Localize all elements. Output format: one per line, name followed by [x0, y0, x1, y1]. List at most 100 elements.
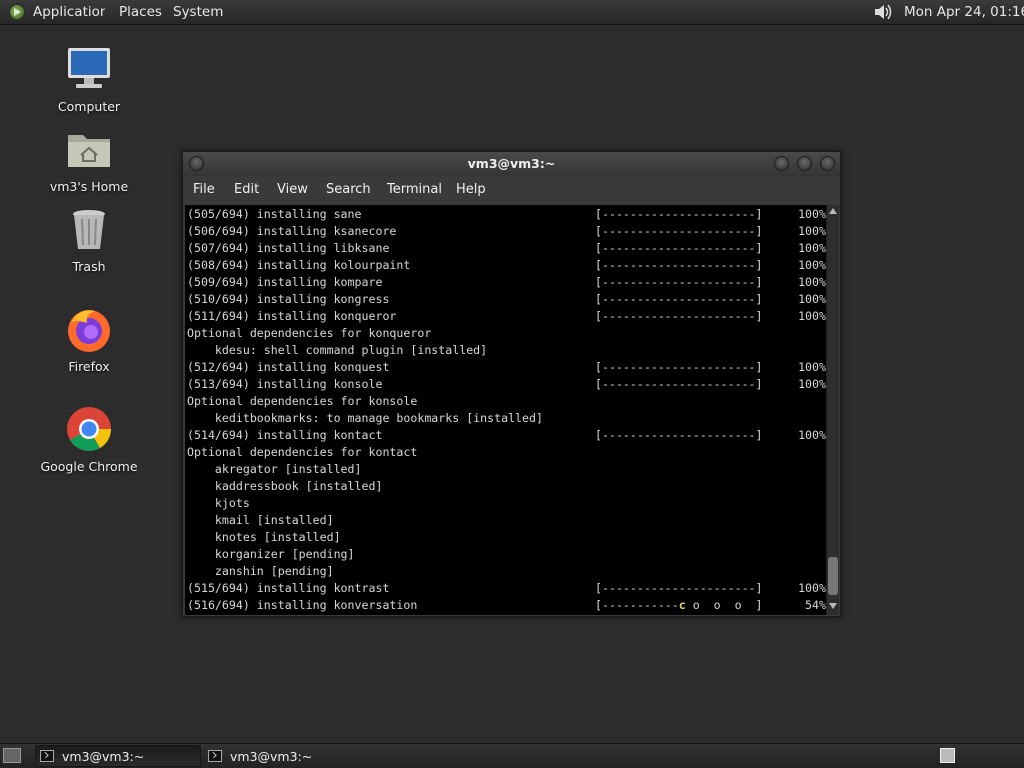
terminal-line: Optional dependencies for kontact — [187, 445, 418, 459]
distro-logo-icon[interactable] — [8, 3, 26, 21]
progress-percent: 100% — [798, 275, 826, 289]
desktop-icon-home[interactable]: vm3's Home — [34, 125, 144, 194]
progress-percent: 100% — [798, 258, 826, 272]
menu-edit[interactable]: Edit — [234, 182, 259, 197]
terminal-line: (509/694) installing kompare — [187, 275, 383, 289]
terminal-line: kdesu: shell command plugin [installed] — [187, 343, 488, 357]
menu-search[interactable]: Search — [326, 182, 371, 197]
menu-help[interactable]: Help — [456, 182, 486, 197]
progress-percent: 100% — [798, 292, 826, 306]
terminal-line: (516/694) installing konversation — [187, 598, 418, 612]
progress-percent: 54% — [805, 598, 826, 612]
terminal-line: Optional dependencies for konqueror — [187, 326, 432, 340]
scroll-down-arrow-icon[interactable] — [829, 603, 837, 609]
close-button[interactable] — [820, 156, 835, 171]
minimize-button[interactable] — [774, 156, 789, 171]
progress-percent: 100% — [798, 241, 826, 255]
terminal-line: (514/694) installing kontact — [187, 428, 383, 442]
progress-bar-text: [----------------------] — [595, 309, 763, 323]
progress-bar-text: [----------------------] — [595, 275, 763, 289]
desktop-icon-label: Google Chrome — [40, 459, 138, 474]
terminal-line: kmail [installed] — [187, 513, 334, 527]
home-folder-icon — [68, 135, 110, 167]
menu-terminal[interactable]: Terminal — [387, 182, 442, 197]
terminal-line: (508/694) installing kolourpaint — [187, 258, 411, 272]
clock[interactable]: Mon Apr 24, 01:16 — [904, 4, 1024, 20]
terminal-window: vm3@vm3:~ File Edit View Search Terminal… — [182, 151, 841, 617]
progress-percent: 100% — [798, 581, 826, 595]
progress-bar-text: [-----------c o o o ] — [595, 597, 763, 614]
scroll-up-arrow-icon[interactable] — [829, 208, 837, 214]
window-titlebar[interactable]: vm3@vm3:~ — [183, 152, 840, 176]
terminal-line: kjots — [187, 496, 250, 510]
terminal-line: (511/694) installing konqueror — [187, 309, 397, 323]
menu-view[interactable]: View — [277, 182, 308, 197]
applications-menu[interactable]: Applications — [33, 4, 105, 20]
volume-icon[interactable] — [872, 2, 894, 22]
trash-icon — [73, 210, 105, 249]
system-menu[interactable]: System — [173, 4, 223, 20]
progress-bar-text: [----------------------] — [595, 428, 763, 442]
workspace-switcher[interactable] — [940, 748, 955, 763]
terminal-line: (515/694) installing kontrast — [187, 581, 390, 595]
terminal-line: knotes [installed] — [187, 530, 341, 544]
progress-bar-text: [----------------------] — [595, 258, 763, 272]
desktop-icon-firefox[interactable]: Firefox — [34, 305, 144, 374]
terminal-line: akregator [installed] — [187, 462, 362, 476]
terminal-line: kaddressbook [installed] — [187, 479, 383, 493]
taskbar-item-terminal-active[interactable]: vm3@vm3:~ — [35, 745, 201, 767]
chrome-icon — [67, 407, 111, 451]
progress-bar-text: [----------------------] — [595, 292, 763, 306]
terminal-line: (507/694) installing libksane — [187, 241, 390, 255]
terminal-line: (512/694) installing konquest — [187, 360, 390, 374]
progress-bar-text: [----------------------] — [595, 581, 763, 595]
bottom-panel: vm3@vm3:~ vm3@vm3:~ — [0, 743, 1024, 768]
terminal-line: (505/694) installing sane — [187, 207, 362, 221]
taskbar-item-label: vm3@vm3:~ — [230, 749, 313, 764]
progress-percent: 100% — [798, 207, 826, 221]
terminal-line: (506/694) installing ksanecore — [187, 224, 397, 238]
terminal-scrollbar[interactable] — [826, 205, 839, 615]
progress-bar-remaining: o o o ] — [685, 598, 763, 612]
terminal-line: zanshin [pending] — [187, 564, 334, 578]
taskbar-item-terminal[interactable]: vm3@vm3:~ — [203, 745, 369, 767]
progress-percent: 100% — [798, 428, 826, 442]
menubar: File Edit View Search Terminal Help — [183, 176, 840, 204]
scroll-thumb[interactable] — [828, 557, 838, 595]
progress-bar-text: [----------------------] — [595, 207, 763, 221]
maximize-button[interactable] — [797, 156, 812, 171]
desktop-icon-chrome[interactable]: Google Chrome — [34, 405, 144, 474]
firefox-icon — [68, 310, 110, 352]
terminal-line: Optional dependencies for konsole — [187, 394, 418, 408]
terminal-line: (510/694) installing kongress — [187, 292, 390, 306]
desktop-icon-computer[interactable]: Computer — [34, 45, 144, 114]
terminal-icon — [208, 750, 222, 762]
computer-icon — [68, 48, 110, 88]
places-menu[interactable]: Places — [119, 4, 162, 20]
desktop-icon-label: Trash — [72, 259, 106, 274]
taskbar-item-label: vm3@vm3:~ — [62, 749, 145, 764]
top-panel: Applications Places System Mon Apr 24, 0… — [0, 0, 1024, 25]
progress-percent: 100% — [798, 377, 826, 391]
terminal-line: keditbookmarks: to manage bookmarks [ins… — [187, 411, 543, 425]
progress-bar-text: [----------------------] — [595, 360, 763, 374]
window-title: vm3@vm3:~ — [467, 156, 556, 171]
progress-percent: 100% — [798, 309, 826, 323]
desktop-icon-label: Firefox — [68, 359, 110, 374]
progress-percent: 100% — [798, 360, 826, 374]
terminal-icon — [40, 750, 54, 762]
progress-bar-text: [----------------------] — [595, 224, 763, 238]
terminal-line: korganizer [pending] — [187, 547, 355, 561]
progress-percent: 100% — [798, 224, 826, 238]
terminal-line: (513/694) installing konsole — [187, 377, 383, 391]
terminal-output[interactable]: (505/694) installing sane [--------------… — [185, 205, 826, 615]
progress-bar-text: [----------------------] — [595, 377, 763, 391]
desktop-icon-label: vm3's Home — [49, 179, 129, 194]
pacman-glyph: c — [678, 598, 686, 612]
desktop-icon-trash[interactable]: Trash — [34, 205, 144, 274]
desktop-icon-label: Computer — [57, 99, 121, 114]
progress-bar-text: [----------------------] — [595, 241, 763, 255]
menu-file[interactable]: File — [193, 182, 215, 197]
progress-bar-filled: [----------- — [595, 598, 679, 612]
show-desktop-icon[interactable] — [3, 748, 21, 763]
